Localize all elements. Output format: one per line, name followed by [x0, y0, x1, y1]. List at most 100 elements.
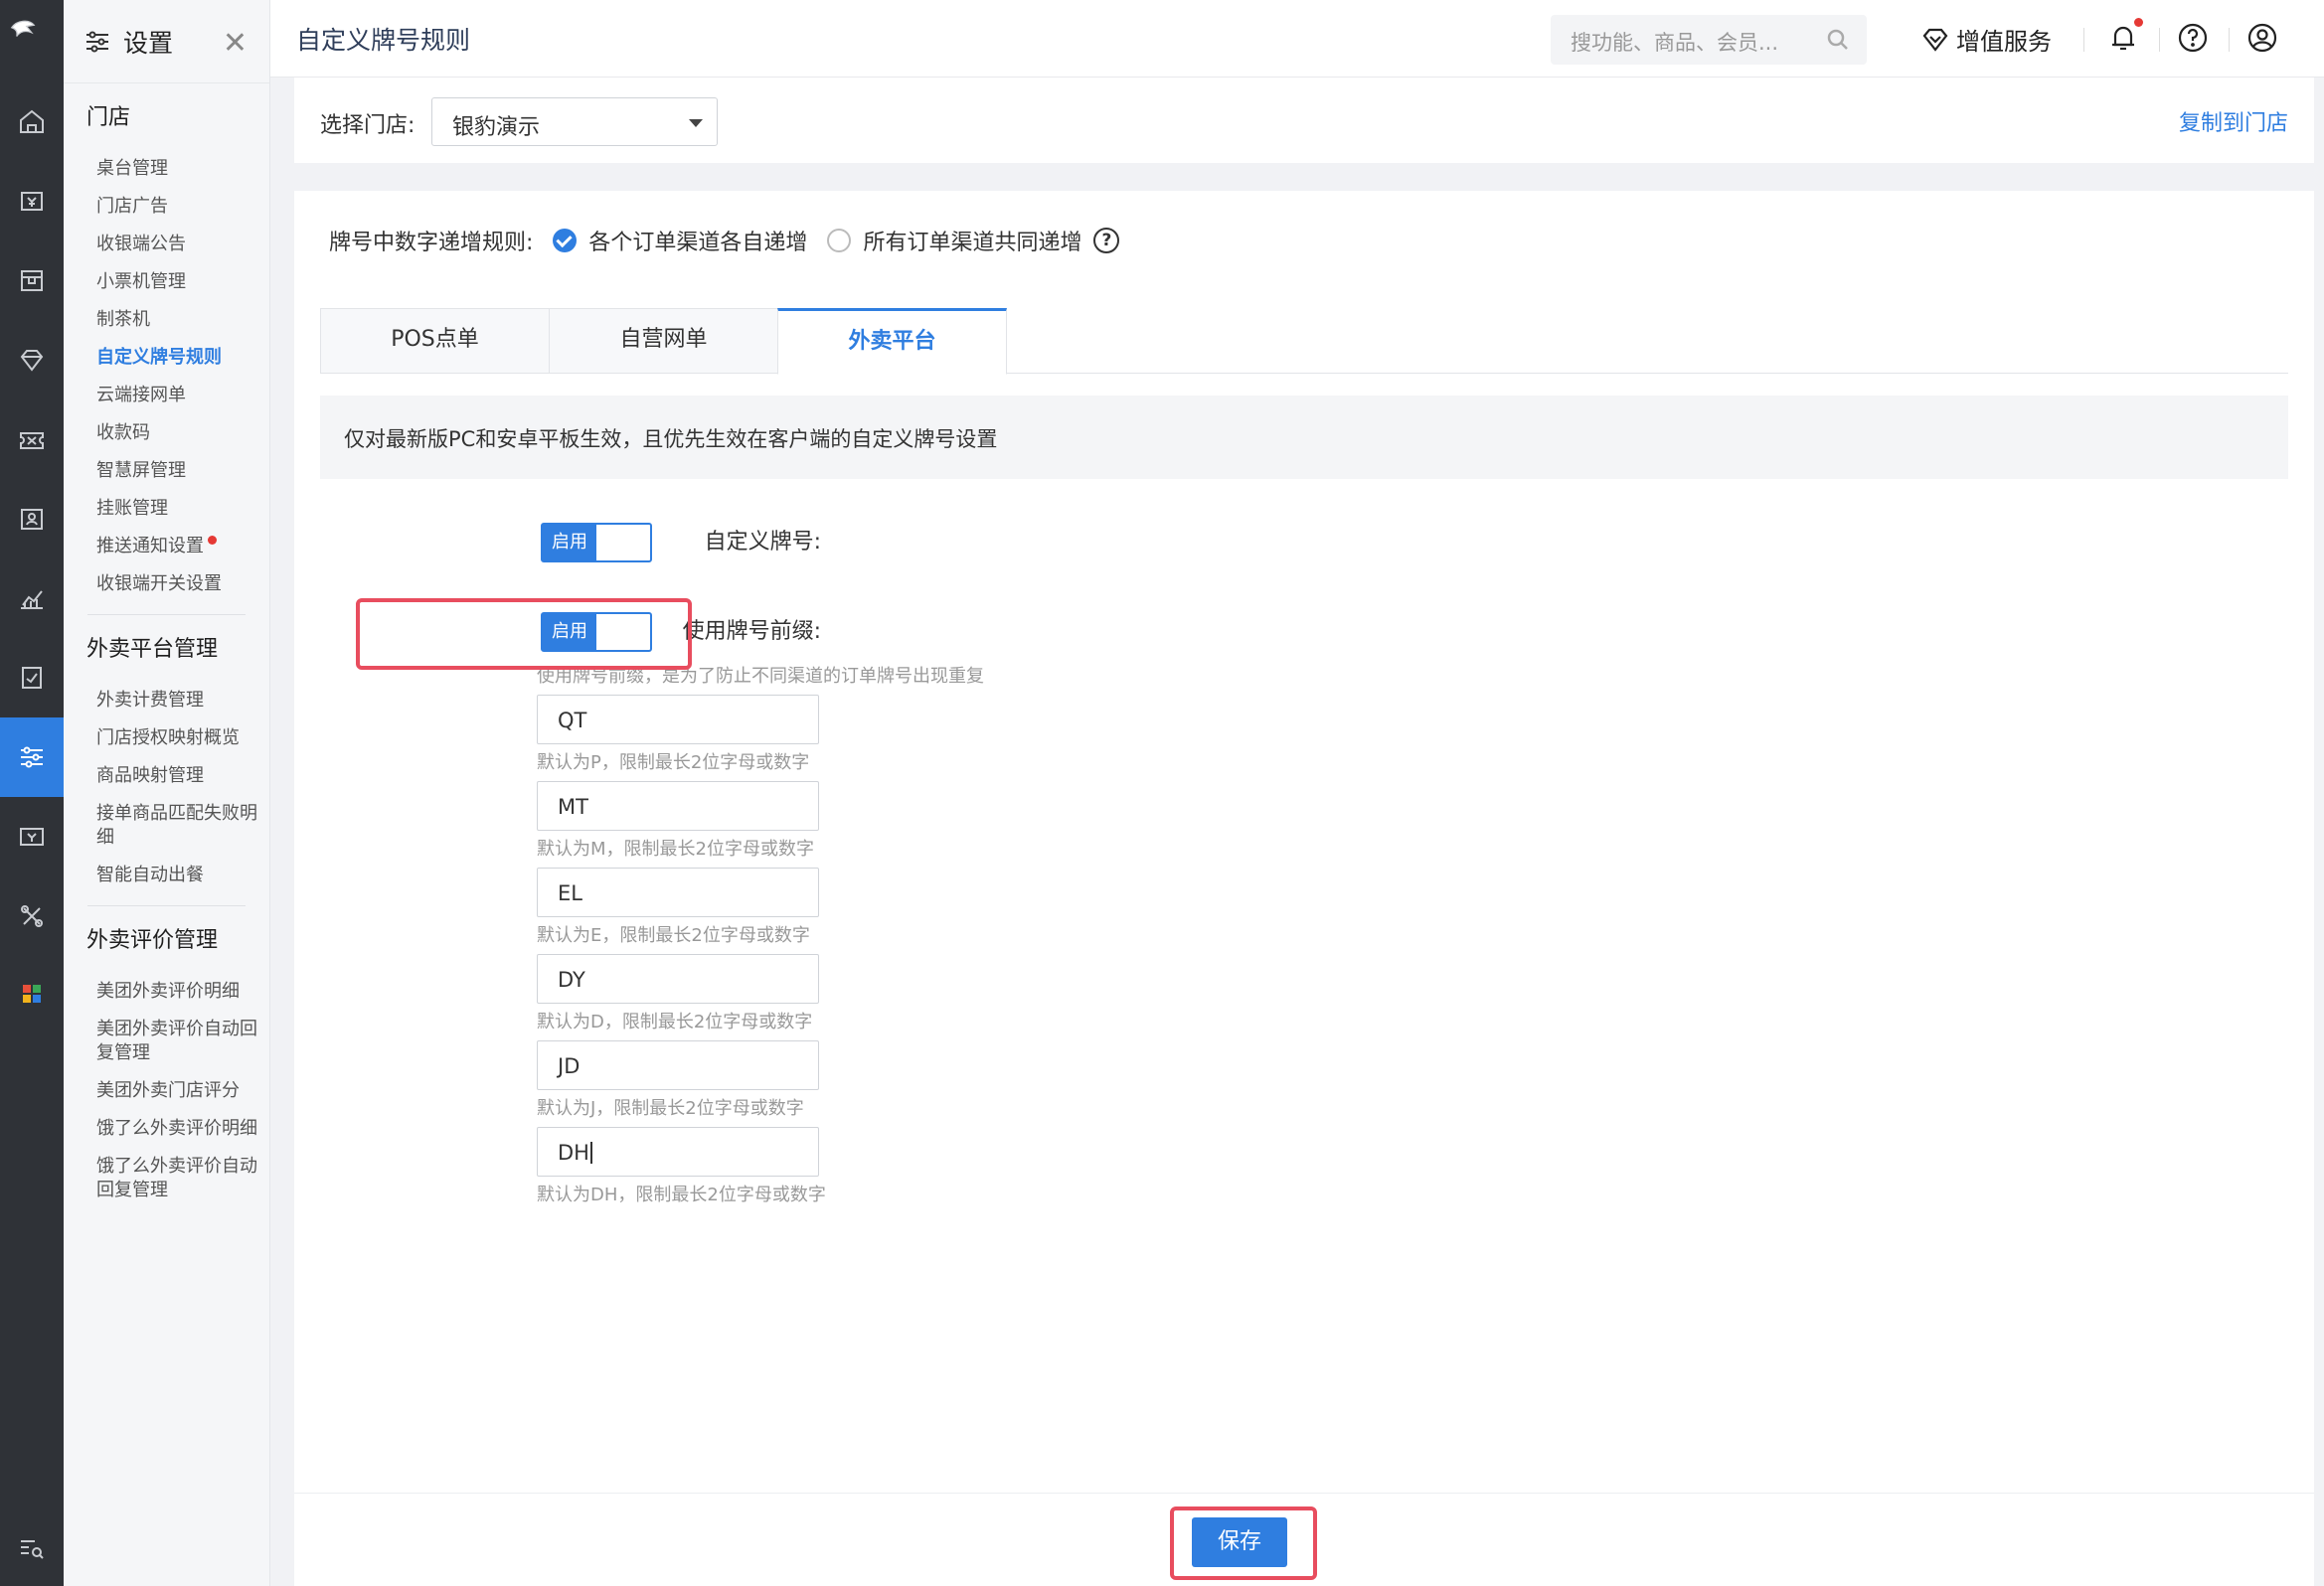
sidebar-item-label: 接单商品匹配失败明细 — [96, 803, 257, 848]
member-icon[interactable] — [0, 320, 64, 399]
sidebar-item[interactable]: 外卖计费管理 — [64, 689, 269, 713]
sidebar-item[interactable]: 桌台管理 — [64, 157, 269, 181]
settings-icon[interactable] — [0, 717, 64, 797]
sidebar-item[interactable]: 饿了么外卖评价明细 — [64, 1117, 269, 1141]
sidebar-item[interactable]: 美团外卖评价明细 — [64, 980, 269, 1004]
settings-sliders-icon — [86, 31, 108, 52]
prefix-input[interactable]: MT — [537, 781, 819, 831]
tab-takeaway[interactable]: 外卖平台 — [777, 308, 1007, 375]
divider — [2159, 28, 2160, 52]
tools-icon[interactable] — [0, 876, 64, 956]
divider — [2083, 28, 2084, 52]
sidebar-divider — [87, 614, 246, 615]
sidebar-item[interactable]: 收款码 — [64, 421, 269, 445]
tab-self-online[interactable]: 自营网单 — [549, 308, 778, 374]
coupon-icon[interactable] — [0, 399, 64, 479]
notice-box: 仅对最新版PC和安卓平板生效，且优先生效在客户端的自定义牌号设置 — [320, 396, 2288, 479]
sidebar-title: 设置 — [123, 28, 174, 58]
custom-number-switch[interactable]: 启用 — [541, 523, 652, 562]
sidebar-item[interactable]: 门店广告 — [64, 195, 269, 219]
sidebar-item-label: 推送通知设置 — [96, 536, 204, 556]
sidebar-item-label: 桌台管理 — [96, 158, 168, 179]
value-service-label: 增值服务 — [1956, 28, 2052, 56]
close-icon[interactable]: ✕ — [223, 26, 248, 61]
notification-dot — [2134, 18, 2143, 27]
sidebar-header: 设置 ✕ — [64, 0, 269, 83]
divider — [2229, 28, 2230, 52]
sidebar-item[interactable]: 收银端开关设置 — [64, 572, 269, 596]
help-icon[interactable] — [2175, 20, 2211, 56]
notification-dot — [208, 536, 217, 545]
sidebar-item-label: 饿了么外卖评价自动回复管理 — [96, 1156, 257, 1200]
sidebar-item-label: 挂账管理 — [96, 498, 168, 519]
value-service-button[interactable]: 增值服务 — [1920, 22, 2052, 57]
question-icon[interactable]: ? — [1093, 228, 1120, 253]
store-icon[interactable] — [0, 240, 64, 320]
sidebar-item[interactable]: 美团外卖评价自动回复管理 — [64, 1018, 269, 1065]
search-input[interactable]: 搜功能、商品、会员... — [1551, 15, 1867, 65]
user-avatar-icon[interactable] — [2244, 20, 2280, 56]
store-label: 选择门店: — [320, 113, 415, 138]
apps-icon[interactable] — [0, 954, 64, 1033]
search-menu-icon[interactable] — [0, 1508, 64, 1586]
staff-icon[interactable] — [0, 479, 64, 558]
prefix-input[interactable]: QT — [537, 695, 819, 744]
sidebar-item[interactable]: 商品映射管理 — [64, 764, 269, 788]
sidebar-item[interactable]: 收银端公告 — [64, 233, 269, 256]
sidebar-item[interactable]: 挂账管理 — [64, 497, 269, 521]
prefix-input[interactable]: DY — [537, 954, 819, 1004]
sidebar-group-title: 外卖评价管理 — [86, 928, 219, 953]
page-title: 自定义牌号规则 — [296, 26, 471, 55]
prefix-field-hint: 默认为P，限制最长2位字母或数字 — [537, 752, 810, 773]
sidebar-item[interactable]: 饿了么外卖评价自动回复管理 — [64, 1155, 269, 1202]
sidebar-item[interactable]: 制茶机 — [64, 308, 269, 332]
prefix-input-value: MT — [558, 795, 588, 819]
radio-each-channel[interactable] — [553, 229, 578, 252]
audit-icon[interactable] — [0, 638, 64, 717]
report-icon[interactable] — [0, 558, 64, 638]
radio-all-channels[interactable] — [827, 229, 852, 252]
sidebar-item-label: 制茶机 — [96, 309, 150, 330]
store-selector-row: 选择门店: 银豹演示 复制到门店 — [294, 78, 2314, 163]
prefix-input[interactable]: DH — [537, 1127, 819, 1177]
settings-sidebar: 设置 ✕ 门店 桌台管理 门店广告 收银端公告 小票机管理 制茶机 自定义牌号规则 云端接网单… — [64, 0, 270, 1586]
cashier-icon[interactable] — [0, 161, 64, 240]
prefix-input-value: QT — [558, 709, 587, 732]
sidebar-item[interactable]: 智慧屏管理 — [64, 459, 269, 483]
sidebar-item[interactable]: 推送通知设置 — [64, 535, 269, 558]
sidebar-group-title: 外卖平台管理 — [86, 637, 219, 662]
sidebar-item-label: 美团外卖评价明细 — [96, 981, 240, 1002]
prefix-input[interactable]: JD — [537, 1040, 819, 1090]
sidebar-item-label: 商品映射管理 — [96, 765, 204, 786]
sidebar-item-label: 云端接网单 — [96, 385, 186, 405]
caret-down-icon — [689, 119, 703, 127]
prefix-input[interactable]: EL — [537, 868, 819, 917]
prefix-input-value: DY — [558, 968, 585, 992]
sidebar-item[interactable]: 门店授权映射概览 — [64, 726, 269, 750]
brand-logo-icon[interactable] — [8, 14, 56, 62]
sidebar-item[interactable]: 云端接网单 — [64, 384, 269, 407]
copy-to-store-link[interactable]: 复制到门店 — [2179, 105, 2288, 137]
sidebar-item[interactable]: 接单商品匹配失败明细 — [64, 802, 269, 850]
store-select[interactable]: 银豹演示 — [431, 97, 718, 146]
sidebar-item-label: 门店授权映射概览 — [96, 727, 240, 748]
sidebar-item[interactable]: 小票机管理 — [64, 270, 269, 294]
radio-all-channels-label[interactable]: 所有订单渠道共同递增 — [863, 225, 1081, 256]
text-cursor — [590, 1142, 592, 1164]
search-icon[interactable] — [1825, 27, 1851, 53]
home-icon[interactable] — [0, 81, 64, 161]
sidebar-item[interactable]: 美团外卖门店评分 — [64, 1079, 269, 1103]
store-select-value: 银豹演示 — [452, 115, 541, 140]
sidebar-divider — [87, 905, 246, 906]
nav-rail — [0, 0, 64, 1586]
finance-icon[interactable] — [0, 797, 64, 876]
radio-each-channel-label[interactable]: 各个订单渠道各自递增 — [588, 225, 807, 256]
tab-pos[interactable]: POS点单 — [320, 308, 550, 374]
sidebar-item-label: 美团外卖门店评分 — [96, 1080, 240, 1101]
sidebar-item[interactable]: 智能自动出餐 — [64, 864, 269, 887]
channel-tabs: POS点单 自营网单 外卖平台 — [320, 308, 2288, 375]
prefix-field-hint: 默认为J，限制最长2位字母或数字 — [537, 1098, 804, 1119]
switch-on-label: 启用 — [543, 525, 596, 560]
sidebar-item[interactable]: 自定义牌号规则 — [64, 346, 269, 370]
prefix-toggle-label: 使用牌号前缀: — [682, 619, 821, 644]
